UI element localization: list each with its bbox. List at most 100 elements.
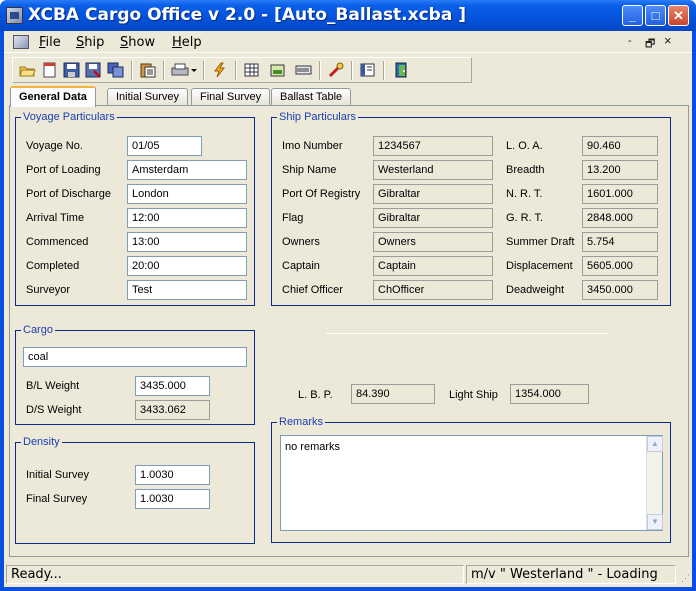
- document-system-icon[interactable]: [13, 35, 29, 49]
- paste-report-icon[interactable]: [139, 62, 156, 78]
- save-icon[interactable]: [63, 62, 80, 78]
- voyage-no-input[interactable]: [127, 136, 202, 156]
- status-left-pane: Ready...: [6, 565, 464, 584]
- grt-field: [582, 208, 658, 228]
- toolbar-separator: [319, 61, 321, 80]
- breadth-field: [582, 160, 658, 180]
- arrival-time-input[interactable]: [127, 208, 247, 228]
- tab-initial-survey[interactable]: Initial Survey: [107, 88, 188, 106]
- completed-input[interactable]: [127, 256, 247, 276]
- menu-show[interactable]: Show: [120, 35, 155, 50]
- final-survey-density-input[interactable]: [135, 489, 210, 509]
- bl-weight-label: B/L Weight: [26, 380, 80, 392]
- calculate-lightning-icon[interactable]: [211, 62, 228, 78]
- scroll-up-arrow-icon[interactable]: ▲: [647, 436, 663, 452]
- voyage-no-label: Voyage No.: [26, 140, 83, 152]
- breadth-label: Breadth: [506, 164, 545, 176]
- cargo-name-input[interactable]: [23, 347, 247, 367]
- remarks-group: Remarks no remarks ▲ ▼: [271, 416, 671, 543]
- ds-weight-field: [135, 400, 210, 420]
- toolbar: [12, 57, 472, 83]
- grt-label: G. R. T.: [506, 212, 544, 224]
- grid-table-icon[interactable]: [243, 62, 260, 78]
- tab-strip: General Data Initial Survey Final Survey…: [10, 86, 690, 107]
- lbp-field: [351, 384, 435, 404]
- menu-ship[interactable]: Ship: [76, 35, 104, 50]
- tab-general-data[interactable]: General Data: [10, 86, 96, 107]
- mdi-restore-button[interactable]: 🗗: [645, 35, 655, 54]
- surveyor-input[interactable]: [127, 280, 247, 300]
- scroll-down-arrow-icon[interactable]: ▼: [647, 514, 663, 530]
- book-icon[interactable]: [359, 62, 376, 78]
- minimize-button[interactable]: _: [622, 5, 643, 26]
- toolbar-separator: [203, 61, 205, 80]
- lbp-label: L. B. P.: [298, 389, 333, 401]
- port-of-registry-field: [373, 184, 493, 204]
- chief-officer-label: Chief Officer: [282, 284, 343, 296]
- port-of-loading-input[interactable]: [127, 160, 247, 180]
- initial-survey-density-input[interactable]: [135, 465, 210, 485]
- exit-door-icon[interactable]: [393, 62, 410, 78]
- imo-number-label: Imo Number: [282, 140, 343, 152]
- draft-icon[interactable]: [295, 62, 312, 78]
- maximize-button[interactable]: □: [645, 5, 666, 26]
- deadweight-field: [582, 280, 658, 300]
- remarks-text: no remarks: [285, 441, 341, 453]
- completed-label: Completed: [26, 260, 80, 272]
- close-button[interactable]: ✕: [668, 5, 689, 26]
- mdi-minimize-button[interactable]: -: [628, 35, 632, 47]
- light-ship-field: [510, 384, 589, 404]
- group-title: Ship Particulars: [277, 111, 359, 123]
- tank-icon[interactable]: [269, 62, 286, 78]
- tools-icon[interactable]: [327, 62, 344, 78]
- toolbar-separator: [131, 61, 133, 80]
- print-icon[interactable]: [171, 62, 197, 78]
- save-as-icon[interactable]: [85, 62, 102, 78]
- group-title: Density: [21, 436, 62, 448]
- deadweight-label: Deadweight: [506, 284, 565, 296]
- group-title: Cargo: [21, 324, 55, 336]
- remarks-scrollbar[interactable]: ▲ ▼: [646, 436, 663, 530]
- toolbar-separator: [163, 61, 165, 80]
- loa-field: [582, 136, 658, 156]
- ship-name-label: Ship Name: [282, 164, 337, 176]
- tab-ballast-table[interactable]: Ballast Table: [271, 88, 352, 106]
- app-icon[interactable]: [6, 7, 23, 24]
- nrt-label: N. R. T.: [506, 188, 543, 200]
- open-folder-icon[interactable]: [19, 62, 36, 78]
- owners-field: [373, 232, 493, 252]
- toolbar-separator: [351, 61, 353, 80]
- bl-weight-input[interactable]: [135, 376, 210, 396]
- imo-number-field: [373, 136, 493, 156]
- port-of-discharge-input[interactable]: [127, 184, 247, 204]
- client-area: File Ship Show Help - 🗗 × General Data I…: [4, 31, 692, 587]
- title-bar[interactable]: XCBA Cargo Office v 2.0 - [Auto_Ballast.…: [0, 0, 696, 31]
- tab-final-survey[interactable]: Final Survey: [191, 88, 271, 106]
- owners-label: Owners: [282, 236, 320, 248]
- loa-label: L. O. A.: [506, 140, 543, 152]
- initial-survey-density-label: Initial Survey: [26, 469, 89, 481]
- summer-draft-field: [582, 232, 658, 252]
- nrt-field: [582, 184, 658, 204]
- toolbar-separator: [383, 61, 385, 80]
- displacement-label: Displacement: [506, 260, 573, 272]
- commenced-input[interactable]: [127, 232, 247, 252]
- light-ship-label: Light Ship: [449, 389, 498, 401]
- arrival-time-label: Arrival Time: [26, 212, 85, 224]
- port-of-loading-label: Port of Loading: [26, 164, 101, 176]
- group-title: Voyage Particulars: [21, 111, 117, 123]
- new-document-icon[interactable]: [41, 62, 58, 78]
- ship-particulars-group: Ship Particulars Imo Number Ship Name Po…: [271, 111, 671, 306]
- resize-grip-icon[interactable]: ⋰: [681, 573, 690, 584]
- flag-label: Flag: [282, 212, 304, 224]
- menu-bar: File Ship Show Help - 🗗 ×: [4, 31, 692, 53]
- surveyor-label: Surveyor: [26, 284, 71, 296]
- mdi-close-button[interactable]: ×: [664, 33, 672, 48]
- remarks-textarea[interactable]: no remarks ▲ ▼: [280, 435, 663, 531]
- ds-weight-label: D/S Weight: [26, 404, 82, 416]
- menu-help[interactable]: Help: [172, 35, 202, 50]
- menu-file[interactable]: File: [39, 35, 61, 50]
- copy-icon[interactable]: [107, 62, 124, 78]
- group-title: Remarks: [277, 416, 326, 428]
- chief-officer-field: [373, 280, 493, 300]
